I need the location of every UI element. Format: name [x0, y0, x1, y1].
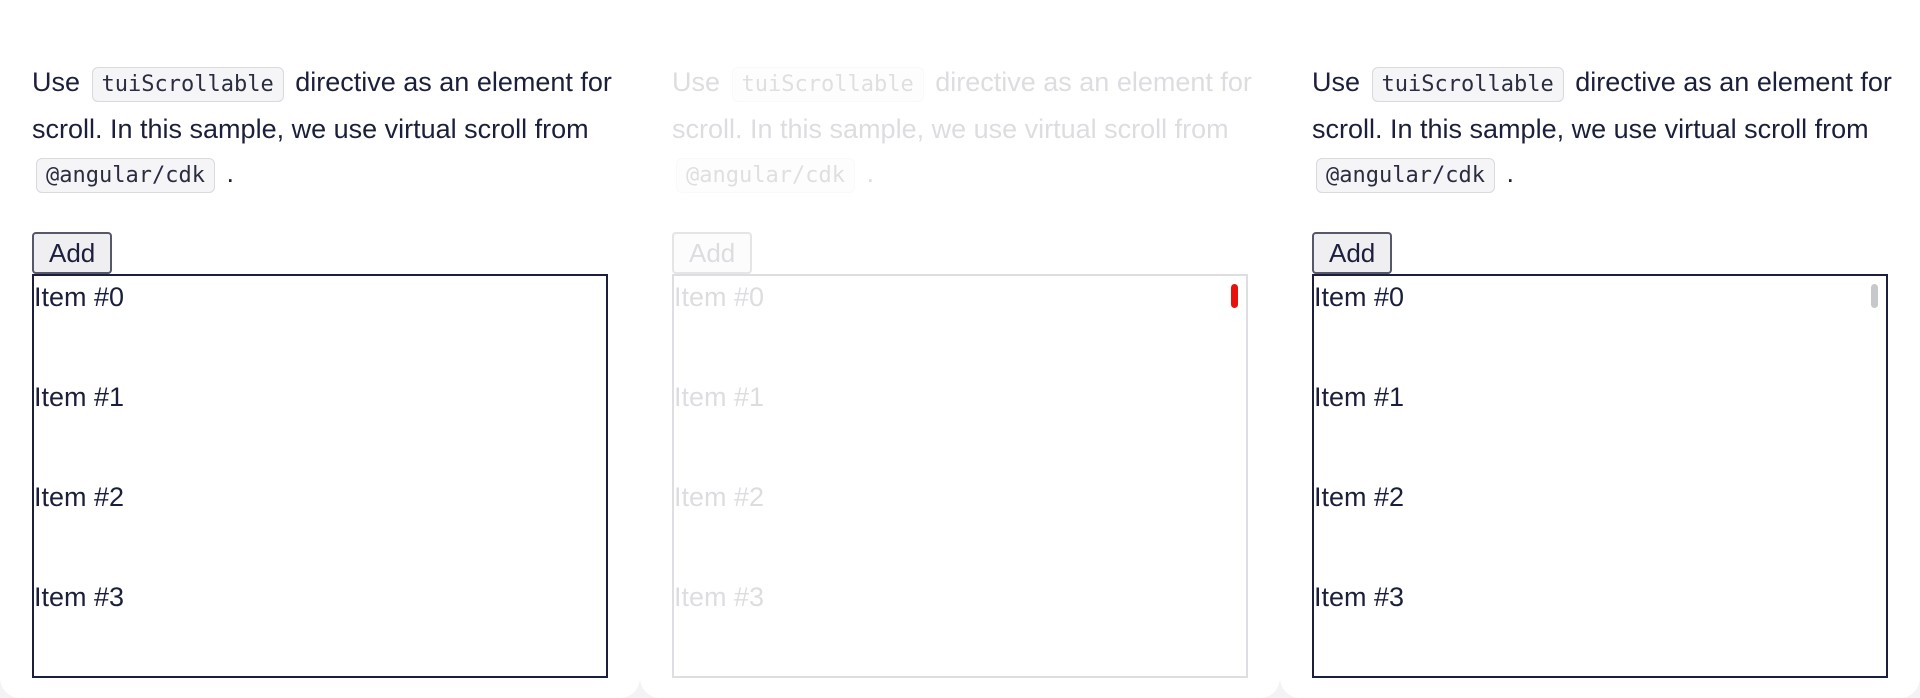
- list-item: Item #3: [34, 582, 125, 612]
- description-text: Use tuiScrollable directive as an elemen…: [32, 60, 622, 198]
- demo-panel-2: Use tuiScrollable directive as an elemen…: [640, 0, 1280, 698]
- package-code: @angular/cdk: [1316, 158, 1495, 193]
- desc-end: .: [1506, 158, 1514, 188]
- list-item: Item #2: [1314, 482, 1405, 512]
- description-text: Use tuiScrollable directive as an elemen…: [1312, 60, 1902, 198]
- list-item: Item #0: [674, 282, 765, 312]
- list-item: Item #2: [34, 482, 125, 512]
- demo-panel-1: Use tuiScrollable directive as an elemen…: [0, 0, 640, 698]
- directive-code: tuiScrollable: [1371, 67, 1564, 102]
- virtual-scroll-viewport[interactable]: Item #0 Item #1 Item #2 Item #3: [1312, 274, 1888, 678]
- list-item: Item #2: [674, 482, 765, 512]
- list-item: Item #0: [34, 282, 125, 312]
- desc-end: .: [226, 158, 234, 188]
- list-item: Item #3: [674, 582, 765, 612]
- demo-stage: Use tuiScrollable directive as an elemen…: [0, 0, 1920, 698]
- desc-end: .: [866, 158, 874, 188]
- add-button[interactable]: Add: [672, 232, 753, 274]
- list-item: Item #1: [674, 382, 765, 412]
- add-button[interactable]: Add: [32, 232, 113, 274]
- directive-code: tuiScrollable: [731, 67, 924, 102]
- scrollbar-thumb[interactable]: [1231, 284, 1238, 308]
- list-item: Item #3: [1314, 582, 1405, 612]
- desc-use: Use: [32, 67, 81, 97]
- directive-code: tuiScrollable: [91, 67, 284, 102]
- package-code: @angular/cdk: [676, 158, 855, 193]
- list-item: Item #1: [1314, 382, 1405, 412]
- virtual-scroll-viewport[interactable]: Item #0 Item #1 Item #2 Item #3: [672, 274, 1248, 678]
- list-item: Item #0: [1314, 282, 1405, 312]
- virtual-scroll-viewport[interactable]: Item #0 Item #1 Item #2 Item #3: [32, 274, 608, 678]
- add-button[interactable]: Add: [1312, 232, 1393, 274]
- demo-panel-3: Use tuiScrollable directive as an elemen…: [1280, 0, 1920, 698]
- desc-use: Use: [672, 67, 721, 97]
- description-text: Use tuiScrollable directive as an elemen…: [672, 60, 1262, 198]
- scrollbar-thumb[interactable]: [1871, 284, 1878, 308]
- package-code: @angular/cdk: [36, 158, 215, 193]
- desc-use: Use: [1312, 67, 1361, 97]
- list-item: Item #1: [34, 382, 125, 412]
